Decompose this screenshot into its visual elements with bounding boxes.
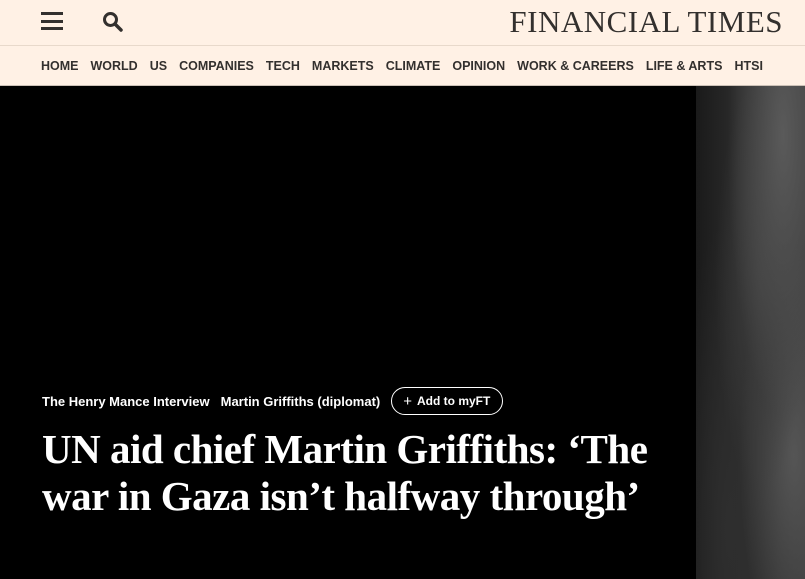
- nav-item-companies[interactable]: COMPANIES: [179, 59, 254, 73]
- nav-item-world[interactable]: WORLD: [91, 59, 138, 73]
- add-to-myft-label: Add to myFT: [417, 394, 491, 408]
- menu-icon[interactable]: [41, 12, 63, 30]
- add-to-myft-button[interactable]: + Add to myFT: [391, 387, 504, 415]
- nav-item-markets[interactable]: MARKETS: [312, 59, 374, 73]
- ft-logo[interactable]: FINANCIAL TIMES: [509, 5, 783, 39]
- search-icon[interactable]: [101, 10, 125, 34]
- article-hero: The Henry Mance Interview Martin Griffit…: [0, 86, 805, 579]
- article-tags: The Henry Mance Interview Martin Griffit…: [42, 387, 504, 415]
- nav-item-life-arts[interactable]: LIFE & ARTS: [646, 59, 723, 73]
- hero-image: [696, 86, 805, 579]
- nav-item-work-careers[interactable]: WORK & CAREERS: [517, 59, 634, 73]
- site-header: FINANCIAL TIMES: [0, 0, 805, 46]
- nav-item-htsi[interactable]: HTSI: [734, 59, 762, 73]
- nav-item-climate[interactable]: CLIMATE: [386, 59, 441, 73]
- nav-item-us[interactable]: US: [150, 59, 167, 73]
- nav-item-opinion[interactable]: OPINION: [452, 59, 505, 73]
- series-link[interactable]: The Henry Mance Interview: [42, 394, 210, 409]
- nav-item-tech[interactable]: TECH: [266, 59, 300, 73]
- nav-item-home[interactable]: HOME: [41, 59, 79, 73]
- plus-icon: +: [403, 392, 412, 410]
- topic-link[interactable]: Martin Griffiths (diplomat): [221, 394, 381, 409]
- main-navigation: HOME WORLD US COMPANIES TECH MARKETS CLI…: [0, 46, 805, 86]
- article-headline: UN aid chief Martin Griffiths: ‘The war …: [42, 426, 648, 519]
